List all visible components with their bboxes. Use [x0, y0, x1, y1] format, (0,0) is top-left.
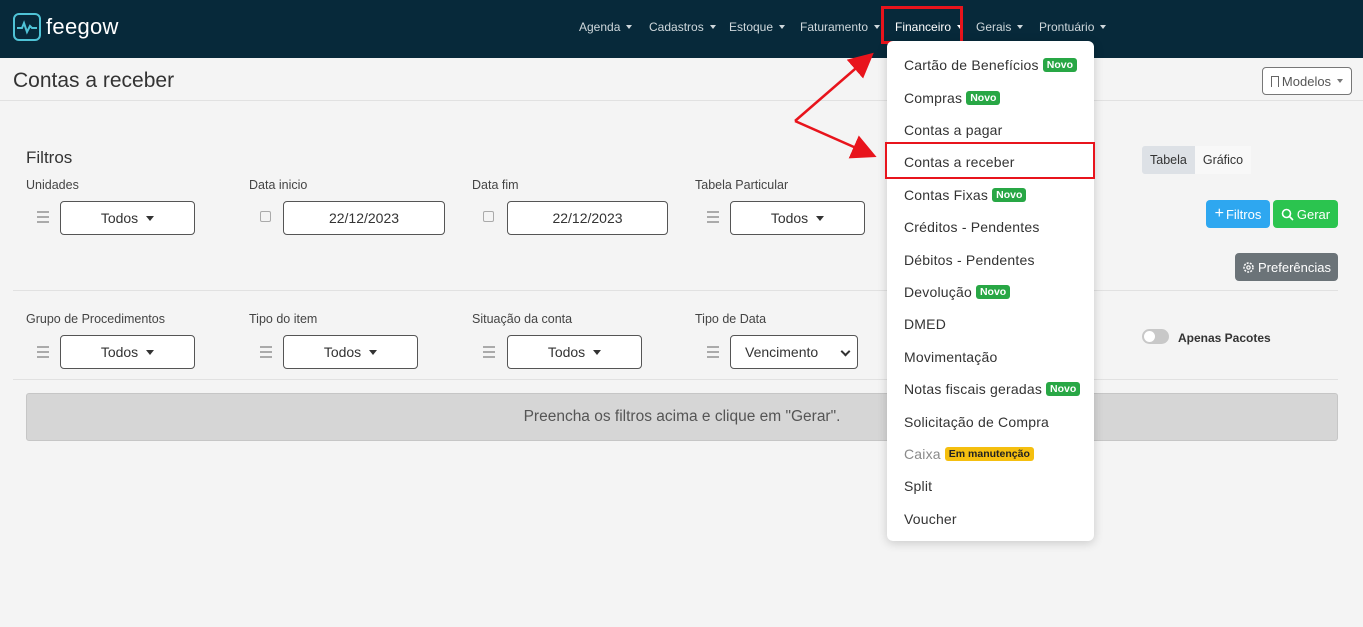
arrow-to-financeiro [794, 52, 874, 122]
arrow-to-contas-receber [794, 119, 877, 159]
annotation-arrows [794, 52, 877, 159]
